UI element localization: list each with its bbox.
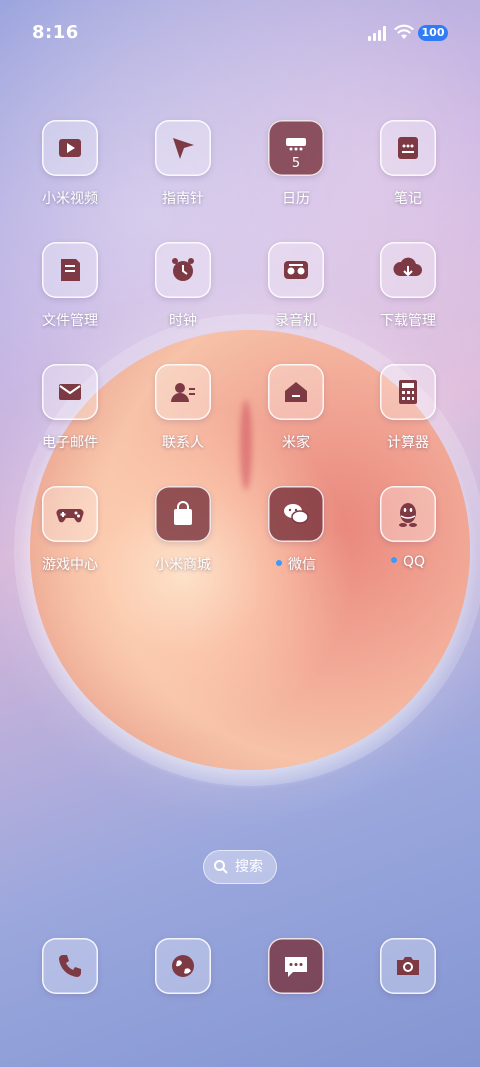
app-clock[interactable]: 时钟 <box>133 242 233 330</box>
app-xiaomi-video[interactable]: 小米视频 <box>20 120 120 208</box>
app-label: 电子邮件 <box>42 435 98 451</box>
calendar-icon: 5 <box>268 120 324 176</box>
battery-indicator: 100 <box>418 25 448 41</box>
dock-browser[interactable] <box>133 938 233 994</box>
app-label: 笔记 <box>394 191 422 207</box>
calendar-date-badge: 5 <box>291 156 301 171</box>
app-label: 下载管理 <box>380 313 436 329</box>
home-icon <box>268 364 324 420</box>
new-notification-dot <box>276 560 282 566</box>
folder-icon <box>42 242 98 298</box>
calculator-icon <box>380 364 436 420</box>
app-label: 微信 <box>246 554 346 574</box>
app-calendar[interactable]: 5 日历 <box>246 120 346 208</box>
video-play-icon <box>42 120 98 176</box>
app-label: 联系人 <box>162 435 204 451</box>
camera-icon <box>380 938 436 994</box>
app-contacts[interactable]: 联系人 <box>133 364 233 452</box>
app-label: 小米商城 <box>155 557 211 573</box>
app-label: 时钟 <box>169 313 197 329</box>
app-label-text: QQ <box>402 554 426 570</box>
app-calculator[interactable]: 计算器 <box>358 364 458 452</box>
app-label-text: 微信 <box>288 557 316 573</box>
qq-penguin-icon <box>380 486 436 542</box>
messages-icon <box>268 938 324 994</box>
search-label: 搜索 <box>235 859 263 875</box>
dock-camera[interactable] <box>358 938 458 994</box>
search-icon <box>214 860 228 874</box>
gamepad-icon <box>42 486 98 542</box>
browser-globe-icon <box>155 938 211 994</box>
app-download-manager[interactable]: 下载管理 <box>358 242 458 330</box>
app-label: 日历 <box>282 191 310 207</box>
app-mi-store[interactable]: 小米商城 <box>133 486 233 574</box>
download-icon <box>380 242 436 298</box>
app-label: 米家 <box>282 435 310 451</box>
app-label: QQ <box>358 554 458 570</box>
app-email[interactable]: 电子邮件 <box>20 364 120 452</box>
app-label: 录音机 <box>275 313 317 329</box>
dock-messages[interactable] <box>246 938 346 994</box>
app-notes[interactable]: 笔记 <box>358 120 458 208</box>
app-label: 指南针 <box>162 191 204 207</box>
app-mi-home[interactable]: 米家 <box>246 364 346 452</box>
phone-icon <box>42 938 98 994</box>
new-notification-dot <box>390 557 397 563</box>
app-qq[interactable]: QQ <box>358 486 458 570</box>
app-file-manager[interactable]: 文件管理 <box>20 242 120 330</box>
wechat-icon <box>268 486 324 542</box>
app-label: 文件管理 <box>42 313 98 329</box>
dock-phone[interactable] <box>20 938 120 994</box>
status-bar: 8:16 100 <box>0 0 480 68</box>
search-button[interactable]: 搜索 <box>203 850 277 884</box>
app-compass[interactable]: 指南针 <box>133 120 233 208</box>
cellular-signal-icon <box>368 25 390 41</box>
app-label: 小米视频 <box>42 191 98 207</box>
recorder-icon <box>268 242 324 298</box>
contact-icon <box>155 364 211 420</box>
shopping-bag-icon <box>155 486 211 542</box>
app-wechat[interactable]: 微信 <box>246 486 346 574</box>
notes-icon <box>380 120 436 176</box>
app-game-center[interactable]: 游戏中心 <box>20 486 120 574</box>
app-recorder[interactable]: 录音机 <box>246 242 346 330</box>
alarm-clock-icon <box>155 242 211 298</box>
app-label: 计算器 <box>387 435 429 451</box>
wifi-icon <box>394 24 414 39</box>
compass-icon <box>155 120 211 176</box>
mail-icon <box>42 364 98 420</box>
app-label: 游戏中心 <box>42 557 98 573</box>
status-time: 8:16 <box>32 22 79 43</box>
